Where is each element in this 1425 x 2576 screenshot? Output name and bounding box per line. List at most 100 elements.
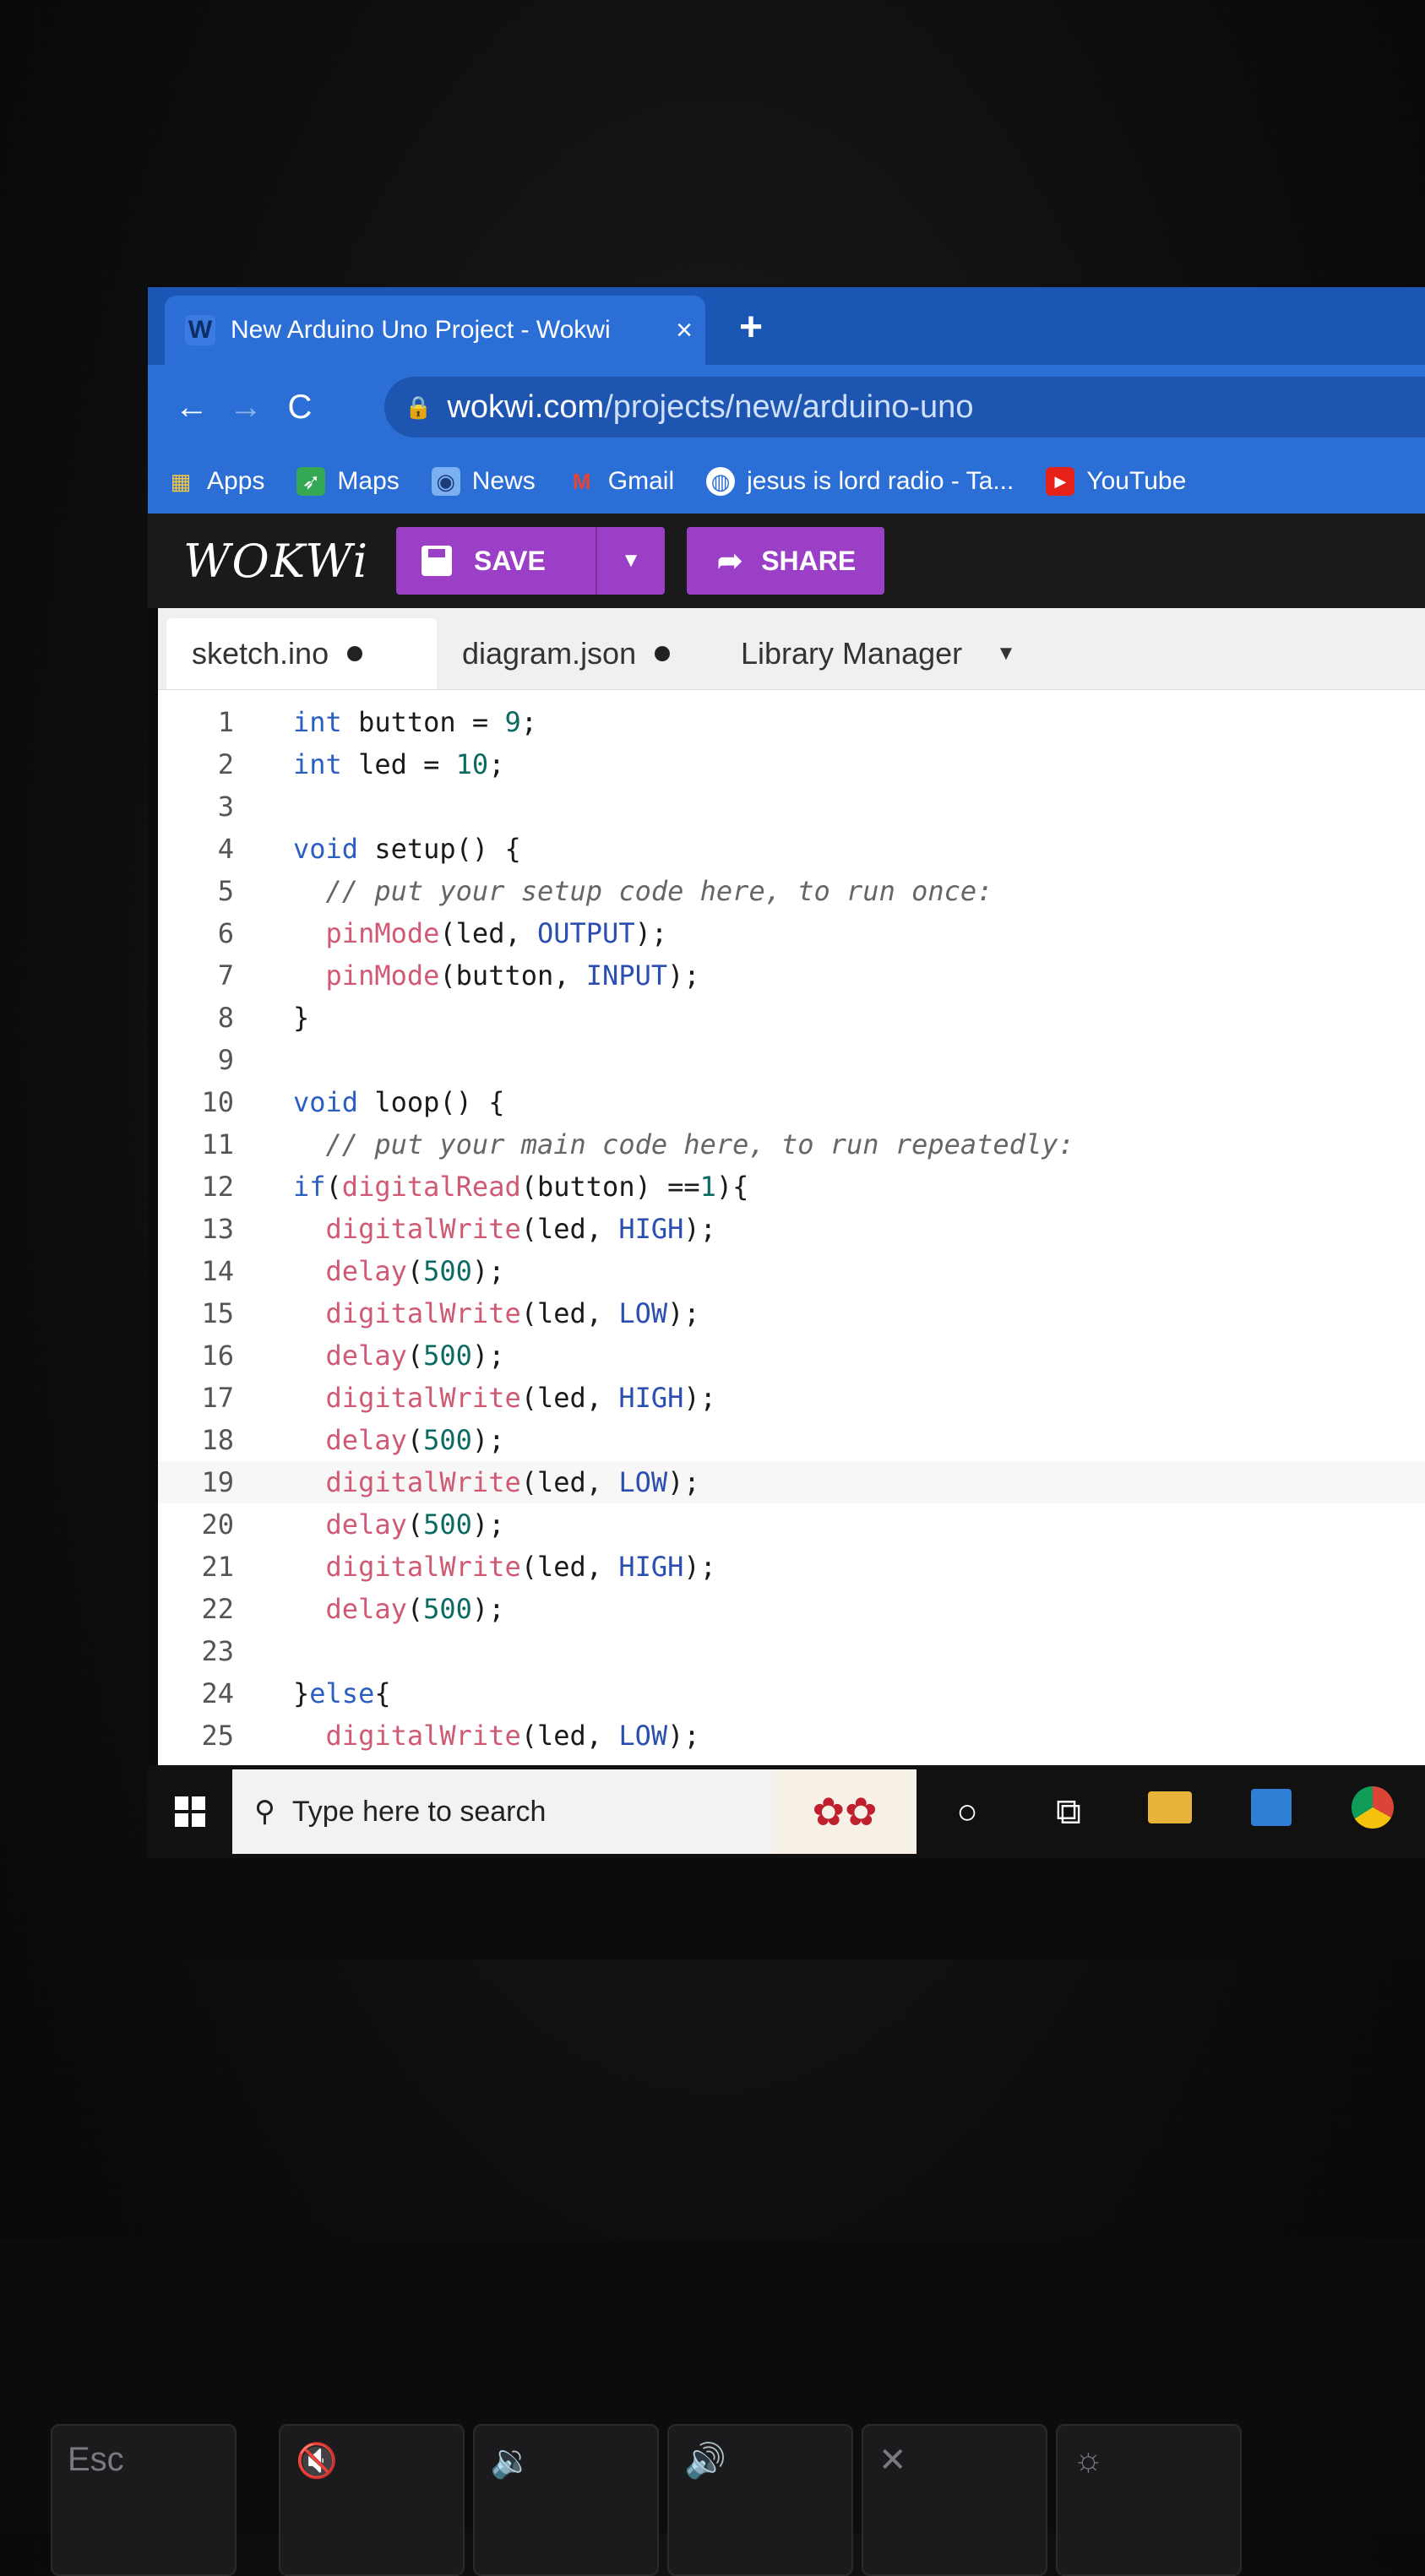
code-text: delay(500); [325, 1593, 505, 1625]
code-text: // put your main code here, to run repea… [325, 1128, 1074, 1160]
line-number: 4 [217, 833, 234, 865]
code-line[interactable]: 1 int button = 9; [158, 701, 1425, 743]
back-arrow-icon[interactable]: ← [165, 389, 219, 427]
code-line[interactable]: 15 digitalWrite(led, LOW); [158, 1292, 1425, 1334]
cortana-icon[interactable]: ○ [916, 1791, 1018, 1832]
bookmark-jesus-is-lord-radio[interactable]: ◍ jesus is lord radio - Ta... [706, 467, 1014, 496]
tab-sketch-ino[interactable]: sketch.ino [166, 618, 437, 689]
tab-label: diagram.json [462, 636, 637, 671]
code-text: delay(500); [325, 1424, 505, 1456]
code-line[interactable]: 10 void loop() { [158, 1081, 1425, 1123]
line-number: 19 [201, 1466, 234, 1498]
code-line[interactable]: 3 [158, 785, 1425, 828]
code-text: if(digitalRead(button) ==1){ [293, 1171, 749, 1203]
maps-icon: ➶ [296, 467, 326, 496]
monitor-screen: W New Arduino Uno Project - Wokwi × + ← … [148, 287, 1425, 1959]
browser-tab-strip: W New Arduino Uno Project - Wokwi × + [148, 287, 1425, 365]
line-number: 22 [201, 1593, 234, 1625]
code-line[interactable]: 13 digitalWrite(led, HIGH); [158, 1208, 1425, 1250]
code-line[interactable]: 23 [158, 1630, 1425, 1672]
tab-library-manager[interactable]: Library Manager ▼ [741, 618, 1016, 689]
bookmark-news[interactable]: ◉ News [431, 467, 536, 496]
mute-key-icon: 🔇 [279, 2424, 465, 2576]
unsaved-dot-icon [347, 646, 363, 661]
line-number: 16 [201, 1340, 234, 1372]
line-number: 3 [217, 791, 234, 823]
line-number: 14 [201, 1255, 234, 1287]
code-text: digitalWrite(led, HIGH); [325, 1551, 716, 1583]
code-line[interactable]: 18 delay(500); [158, 1419, 1425, 1461]
code-text: digitalWrite(led, LOW); [325, 1297, 700, 1329]
code-line[interactable]: 17 digitalWrite(led, HIGH); [158, 1377, 1425, 1419]
laptop-keyboard: Esc 🔇 🔉 🔊 ✕ ☼ [0, 2238, 1425, 2576]
bookmark-label: Apps [207, 467, 265, 495]
code-line[interactable]: 21 digitalWrite(led, HIGH); [158, 1546, 1425, 1588]
search-placeholder: Type here to search [291, 1795, 547, 1828]
line-number: 5 [217, 875, 234, 907]
bookmark-maps[interactable]: ➶ Maps [296, 467, 400, 496]
line-number: 24 [201, 1677, 234, 1709]
code-line[interactable]: 12 if(digitalRead(button) ==1){ [158, 1166, 1425, 1208]
line-number: 18 [201, 1424, 234, 1456]
line-number: 12 [201, 1171, 234, 1203]
line-number: 15 [201, 1297, 234, 1329]
reload-icon[interactable]: C [273, 389, 327, 427]
caret-down-icon[interactable]: ▼ [996, 642, 1016, 666]
save-button[interactable]: SAVE ▼ [396, 527, 666, 595]
browser-tab[interactable]: W New Arduino Uno Project - Wokwi × [165, 296, 705, 365]
bookmark-label: Maps [337, 467, 400, 495]
tab-close-icon[interactable]: × [663, 314, 705, 347]
line-number: 10 [201, 1086, 234, 1118]
youtube-icon: ▶ [1046, 467, 1075, 496]
store-icon[interactable] [1221, 1789, 1322, 1834]
tab-label: sketch.ino [192, 636, 329, 671]
share-button[interactable]: ➦ SHARE [687, 527, 885, 595]
tulips-doodle-icon: ✿✿ [773, 1769, 916, 1854]
brightness-key-icon: ☼ [1056, 2424, 1242, 2576]
task-view-icon[interactable]: ⧉ [1018, 1791, 1119, 1833]
chrome-icon[interactable] [1322, 1786, 1423, 1837]
code-line[interactable]: 19 digitalWrite(led, LOW); [158, 1461, 1425, 1503]
share-arrow-icon: ➦ [717, 543, 743, 578]
code-line[interactable]: 25 digitalWrite(led, LOW); [158, 1715, 1425, 1757]
code-line[interactable]: 11 // put your main code here, to run re… [158, 1123, 1425, 1166]
code-line[interactable]: 14 delay(500); [158, 1250, 1425, 1292]
file-explorer-icon[interactable] [1119, 1791, 1221, 1832]
code-editor[interactable]: sketch.ino diagram.json Library Manager … [158, 608, 1425, 1794]
address-bar[interactable]: 🔒 wokwi.com/projects/new/arduino-uno [384, 377, 1425, 437]
code-line[interactable]: 5 // put your setup code here, to run on… [158, 870, 1425, 912]
tab-diagram-json[interactable]: diagram.json [462, 618, 671, 689]
code-line[interactable]: 7 pinMode(button, INPUT); [158, 954, 1425, 997]
code-line[interactable]: 24}else{ [158, 1672, 1425, 1715]
line-number: 21 [201, 1551, 234, 1583]
code-line[interactable]: 16 delay(500); [158, 1334, 1425, 1377]
editor-tabs: sketch.ino diagram.json Library Manager … [158, 608, 1425, 690]
bookmark-gmail[interactable]: M Gmail [568, 467, 674, 496]
line-number: 13 [201, 1213, 234, 1245]
wokwi-logo: WOKWi [183, 534, 370, 588]
bookmark-youtube[interactable]: ▶ YouTube [1046, 467, 1186, 496]
code-text: int button = 9; [293, 706, 537, 738]
code-line[interactable]: 4 void setup() { [158, 828, 1425, 870]
code-line[interactable]: 2 int led = 10; [158, 743, 1425, 785]
code-line[interactable]: 20 delay(500); [158, 1503, 1425, 1546]
lock-icon: 🔒 [405, 394, 432, 420]
new-tab-icon[interactable]: + [739, 304, 763, 351]
apps-grid-icon: ▦ [170, 468, 192, 494]
floppy-disk-icon [422, 546, 453, 576]
wokwi-favicon-icon: W [185, 315, 215, 345]
line-number: 2 [217, 748, 234, 780]
line-number: 1 [217, 706, 234, 738]
line-number: 7 [217, 959, 234, 992]
code-text: digitalWrite(led, HIGH); [325, 1213, 716, 1245]
save-dropdown-chevron-icon[interactable]: ▼ [597, 549, 665, 573]
forward-arrow-icon[interactable]: → [219, 389, 273, 427]
code-line[interactable]: 22 delay(500); [158, 1588, 1425, 1630]
code-text: delay(500); [325, 1508, 505, 1541]
taskbar-search[interactable]: ⚲ Type here to search ✿✿ [232, 1769, 916, 1854]
code-line[interactable]: 9 [158, 1039, 1425, 1081]
code-line[interactable]: 8} [158, 997, 1425, 1039]
bookmark-apps[interactable]: ▦ Apps [166, 467, 265, 496]
windows-start-button[interactable] [148, 1765, 232, 1858]
code-line[interactable]: 6 pinMode(led, OUTPUT); [158, 912, 1425, 954]
